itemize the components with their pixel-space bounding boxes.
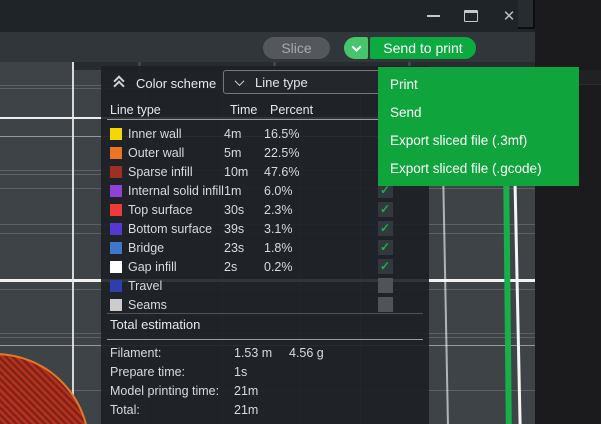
table-row: Travel bbox=[101, 276, 429, 295]
color-scheme-dropdown-value: Line type bbox=[255, 75, 308, 90]
total-value: 1s bbox=[234, 365, 289, 379]
row-time: 4m bbox=[224, 127, 264, 141]
panel-title: Color scheme bbox=[136, 76, 216, 91]
total-label: Total: bbox=[110, 403, 234, 417]
total-value2: 4.56 g bbox=[289, 346, 324, 360]
row-label: Inner wall bbox=[128, 127, 224, 141]
window-controls: ✕ bbox=[425, 0, 517, 32]
visibility-checkbox[interactable] bbox=[378, 221, 393, 236]
table-row: Bridge 23s 1.8% bbox=[101, 238, 429, 257]
row-label: Sparse infill bbox=[128, 165, 224, 179]
total-row: Filament: 1.53 m 4.56 g bbox=[101, 343, 429, 362]
color-swatch bbox=[110, 299, 122, 311]
visibility-checkbox[interactable] bbox=[378, 278, 393, 293]
row-time: 5m bbox=[224, 146, 264, 160]
row-label: Top surface bbox=[128, 203, 224, 217]
collapse-icon[interactable] bbox=[112, 76, 126, 90]
chevron-down-icon bbox=[351, 42, 361, 52]
row-label: Bottom surface bbox=[128, 222, 224, 236]
row-percent: 1.8% bbox=[264, 241, 324, 255]
send-dropdown-menu: Print Send Export sliced file (.3mf) Exp… bbox=[378, 67, 579, 186]
row-percent: 2.3% bbox=[264, 203, 324, 217]
row-label: Bridge bbox=[128, 241, 224, 255]
total-value: 1.53 m bbox=[234, 346, 289, 360]
total-label: Prepare time: bbox=[110, 365, 234, 379]
table-row: Seams bbox=[101, 295, 429, 314]
color-swatch bbox=[110, 261, 122, 273]
row-percent: 47.6% bbox=[264, 165, 324, 179]
toolbar: Slice Send to print bbox=[0, 32, 535, 62]
separator bbox=[107, 313, 423, 314]
row-time: 39s bbox=[224, 222, 264, 236]
color-swatch bbox=[110, 166, 122, 178]
col-line-type: Line type bbox=[110, 103, 161, 117]
table-row: Gap infill 2s 0.2% bbox=[101, 257, 429, 276]
total-row: Prepare time: 1s bbox=[101, 362, 429, 381]
menu-item-print[interactable]: Print bbox=[378, 72, 579, 98]
visibility-checkbox[interactable] bbox=[378, 202, 393, 217]
total-row: Total: 21m bbox=[101, 400, 429, 419]
minimize-button[interactable] bbox=[425, 8, 441, 24]
color-swatch bbox=[110, 280, 122, 292]
row-percent: 0.2% bbox=[264, 260, 324, 274]
row-label: Internal solid infill bbox=[128, 184, 224, 198]
col-time: Time bbox=[230, 103, 257, 117]
chevron-down-icon bbox=[235, 76, 245, 86]
row-time: 2s bbox=[224, 260, 264, 274]
color-swatch bbox=[110, 204, 122, 216]
table-row: Top surface 30s 2.3% bbox=[101, 200, 429, 219]
color-swatch bbox=[110, 128, 122, 140]
totals-title: Total estimation bbox=[110, 317, 200, 332]
visibility-checkbox[interactable] bbox=[378, 297, 393, 312]
row-time: 23s bbox=[224, 241, 264, 255]
restore-icon bbox=[464, 10, 478, 22]
slice-button[interactable]: Slice bbox=[263, 37, 330, 59]
close-button[interactable]: ✕ bbox=[501, 8, 517, 24]
row-label: Gap infill bbox=[128, 260, 224, 274]
total-value: 21m bbox=[234, 403, 289, 417]
total-label: Model printing time: bbox=[110, 384, 234, 398]
background-window-corner bbox=[518, 0, 535, 29]
app-window: ✕ Slice Send to print bbox=[0, 0, 535, 424]
row-percent: 6.0% bbox=[264, 184, 324, 198]
row-time: 10m bbox=[224, 165, 264, 179]
screen: ✕ Slice Send to print bbox=[0, 0, 601, 424]
row-percent: 16.5% bbox=[264, 127, 324, 141]
row-time: 1m bbox=[224, 184, 264, 198]
plate-edge-tick bbox=[72, 62, 74, 70]
grid-line bbox=[72, 62, 74, 424]
sliced-object[interactable] bbox=[0, 353, 90, 424]
separator bbox=[107, 339, 423, 340]
row-label: Outer wall bbox=[128, 146, 224, 160]
row-label: Travel bbox=[128, 279, 224, 293]
color-swatch bbox=[110, 147, 122, 159]
menu-item-send[interactable]: Send bbox=[378, 100, 579, 126]
row-label: Seams bbox=[128, 298, 224, 312]
total-value: 21m bbox=[234, 384, 289, 398]
row-percent: 3.1% bbox=[264, 222, 324, 236]
close-icon: ✕ bbox=[503, 9, 516, 24]
visibility-checkbox[interactable] bbox=[378, 240, 393, 255]
send-to-print-button[interactable]: Send to print bbox=[370, 37, 476, 59]
minimize-icon bbox=[427, 15, 440, 17]
color-swatch bbox=[110, 223, 122, 235]
col-percent: Percent bbox=[270, 103, 313, 117]
row-percent: 22.5% bbox=[264, 146, 324, 160]
visibility-checkbox[interactable] bbox=[378, 259, 393, 274]
menu-item-export-3mf[interactable]: Export sliced file (.3mf) bbox=[378, 127, 579, 153]
restore-button[interactable] bbox=[463, 8, 479, 24]
color-swatch bbox=[110, 185, 122, 197]
titlebar: ✕ bbox=[0, 0, 535, 32]
total-row: Model printing time: 21m bbox=[101, 381, 429, 400]
table-row: Bottom surface 39s 3.1% bbox=[101, 219, 429, 238]
separator bbox=[107, 119, 423, 120]
row-time: 30s bbox=[224, 203, 264, 217]
menu-item-export-gcode[interactable]: Export sliced file (.gcode) bbox=[378, 155, 579, 181]
color-swatch bbox=[110, 242, 122, 254]
total-label: Filament: bbox=[110, 346, 234, 360]
send-dropdown-button[interactable] bbox=[344, 37, 368, 59]
totals: Filament: 1.53 m 4.56 g Prepare time: 1s… bbox=[101, 343, 429, 419]
